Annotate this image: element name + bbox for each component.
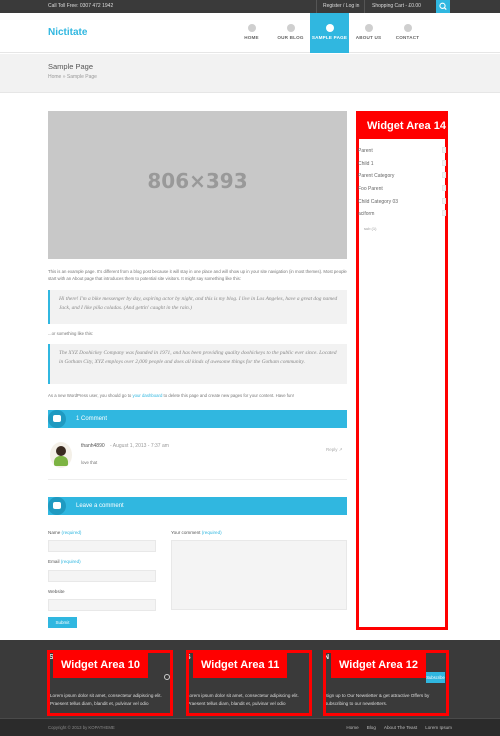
top-bar: Call Toll Free: 0307 472 1942 Register /… — [0, 0, 500, 13]
required-marker: (required) — [61, 530, 82, 535]
required-marker: (required) — [60, 559, 81, 564]
label-text: Email — [48, 559, 60, 564]
count-badge — [442, 172, 446, 178]
footer-nav-home[interactable]: Home — [346, 725, 358, 730]
label-text: Your comment — [171, 530, 201, 535]
nav-label: OUR BLOG — [277, 35, 304, 40]
main-nav: HOME OUR BLOG SAMPLE PAGE ABOUT US CONTA… — [232, 13, 427, 53]
count-badge — [442, 147, 446, 153]
blockquote-2: The XYZ Doohickey Company was founded in… — [48, 344, 347, 384]
mail-icon — [403, 24, 412, 32]
pencil-icon — [48, 497, 66, 515]
widget-area-label: Widget Area 14 — [359, 114, 446, 139]
admin-text: As a new WordPress user, you should go t… — [48, 393, 133, 398]
name-label: Name (required) — [48, 530, 81, 535]
user-icon — [364, 24, 373, 32]
count-badge — [442, 198, 446, 204]
placeholder-size-label: 806×393 — [147, 169, 248, 193]
admin-text: to delete this page and create new pages… — [162, 393, 294, 398]
nav-sample-page[interactable]: SAMPLE PAGE — [310, 13, 349, 53]
footer-nav-about[interactable]: About The Teast — [384, 725, 417, 730]
comment-label: Your comment (required) — [171, 530, 222, 535]
nav-label: ABOUT US — [355, 35, 382, 40]
nav-our-blog[interactable]: OUR BLOG — [271, 13, 310, 53]
nav-label: CONTACT — [395, 35, 420, 40]
home-icon — [247, 24, 256, 32]
sidebar-subitem-sub[interactable]: sub (1) — [364, 226, 376, 231]
comment-body: love that — [81, 460, 98, 465]
page-title: Sample Page — [48, 62, 94, 71]
register-login-link[interactable]: Register / Log in — [323, 3, 359, 9]
website-field[interactable] — [48, 599, 156, 611]
pencil-icon — [286, 24, 295, 32]
divider — [316, 0, 317, 13]
comment-date: - August 1, 2013 - 7:37 am — [110, 443, 169, 449]
nav-home[interactable]: HOME — [232, 13, 271, 53]
nav-label: SAMPLE PAGE — [311, 35, 348, 40]
reply-link[interactable]: Reply ↗ — [326, 447, 343, 453]
comment-textarea[interactable] — [171, 540, 347, 610]
shopping-cart-link[interactable]: Shopping Cart - £0.00 — [372, 3, 421, 9]
sidebar-item-child-1[interactable]: Child 1 — [358, 161, 374, 167]
sidebar-item-parent-category[interactable]: Parent Category — [358, 173, 394, 179]
reply-icon: ↗ — [338, 447, 343, 452]
intro-paragraph: This is an example page. It's different … — [48, 269, 347, 281]
footer-nav: Home Blog About The Teast Lorem Ipsum — [346, 725, 452, 730]
divider — [48, 479, 347, 480]
count-badge — [442, 185, 446, 191]
email-label: Email (required) — [48, 559, 81, 564]
divider — [364, 0, 365, 13]
submit-button[interactable]: Submit — [48, 617, 77, 628]
name-field[interactable] — [48, 540, 156, 552]
copyright: Copyright © 2013 by KOPATHEME — [48, 725, 115, 730]
comments-header: 1 Comment — [48, 410, 347, 428]
widget-area-label: Widget Area 11 — [193, 653, 288, 678]
footer-nav-blog[interactable]: Blog — [367, 725, 376, 730]
widget-area-label: Widget Area 12 — [331, 653, 426, 678]
reply-label: Reply — [326, 447, 338, 452]
sidebar-item-child-category-03[interactable]: Child Category 03 — [358, 199, 398, 205]
website-label: Website — [48, 589, 65, 594]
blockquote-1: Hi there! I'm a bike messenger by day, a… — [48, 290, 347, 324]
sidebar-item-foo-parent[interactable]: Foo Parent — [358, 186, 383, 192]
breadcrumb[interactable]: Home » Sample Page — [48, 74, 97, 80]
count-badge — [442, 160, 446, 166]
placeholder-image: 806×393 — [48, 111, 347, 259]
admin-paragraph: As a new WordPress user, you should go t… — [48, 392, 347, 399]
comment-icon — [48, 410, 66, 428]
nav-label: HOME — [244, 35, 259, 40]
page-title-band: Sample Page Home » Sample Page — [0, 54, 500, 93]
comment-author[interactable]: thanh4890 — [81, 443, 105, 449]
site-logo[interactable]: Nictitate — [48, 27, 87, 38]
email-field[interactable] — [48, 570, 156, 582]
search-button[interactable] — [436, 0, 450, 13]
avatar — [50, 442, 72, 468]
search-icon — [439, 2, 447, 11]
footer-bottom-bar: Copyright © 2013 by KOPATHEME Home Blog … — [0, 718, 500, 736]
sidebar-item-aciform[interactable]: aciform — [358, 211, 374, 217]
sidebar-item-parent[interactable]: Parent — [358, 148, 373, 154]
leave-comment-header: Leave a comment — [48, 497, 347, 515]
nav-about-us[interactable]: ABOUT US — [349, 13, 388, 53]
required-marker: (required) — [201, 530, 222, 535]
comments-heading: 1 Comment — [76, 416, 108, 422]
paperclip-icon — [325, 24, 334, 32]
phone-number: Call Toll Free: 0307 472 1942 — [48, 3, 114, 9]
widget-area-label: Widget Area 10 — [53, 653, 148, 678]
dashboard-link[interactable]: your dashboard — [132, 393, 162, 398]
nav-contact[interactable]: CONTACT — [388, 13, 427, 53]
or-text: ...or something like this: — [48, 331, 94, 336]
site-header: Nictitate HOME OUR BLOG SAMPLE PAGE ABOU… — [0, 13, 500, 53]
footer-nav-lorem[interactable]: Lorem Ipsum — [425, 725, 452, 730]
label-text: Name — [48, 530, 61, 535]
leave-comment-heading: Leave a comment — [76, 503, 124, 509]
count-badge — [442, 210, 446, 216]
